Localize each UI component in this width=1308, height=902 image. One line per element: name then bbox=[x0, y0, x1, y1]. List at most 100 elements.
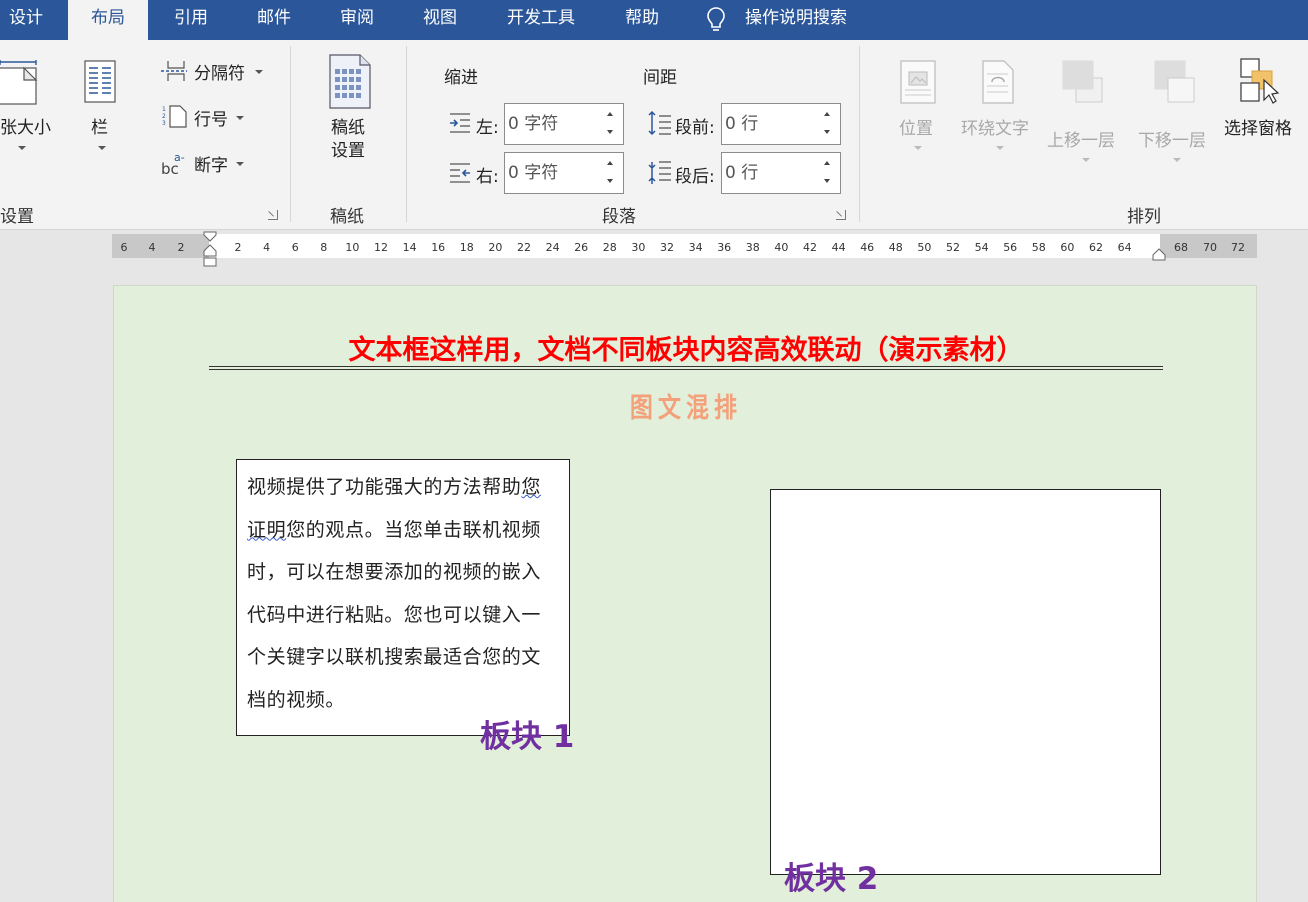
tab-help[interactable]: 帮助 bbox=[611, 0, 673, 40]
bring-forward-label: 上移一层 bbox=[1047, 131, 1115, 151]
indent-left-up-arrow[interactable] bbox=[599, 104, 623, 124]
svg-text:1: 1 bbox=[162, 106, 166, 113]
tab-references[interactable]: 引用 bbox=[160, 0, 222, 40]
spacing-before-down-arrow[interactable] bbox=[816, 124, 840, 144]
hyphenation-label[interactable]: 断字 bbox=[194, 151, 228, 176]
tab-view[interactable]: 视图 bbox=[409, 0, 471, 40]
indent-right-down-arrow[interactable] bbox=[599, 173, 623, 193]
ruler-number: 20 bbox=[488, 241, 503, 254]
paragraph-launcher-icon[interactable] bbox=[836, 210, 846, 220]
ruler-number: 6 bbox=[120, 241, 128, 254]
breaks-label[interactable]: 分隔符 bbox=[194, 59, 245, 84]
columns-dropdown[interactable] bbox=[98, 146, 106, 150]
text-line: 时，可以在想要添加的视频的嵌入 bbox=[247, 561, 542, 584]
lightbulb-icon[interactable] bbox=[706, 6, 726, 34]
ruler-number: 18 bbox=[459, 241, 474, 254]
send-backward-dropdown bbox=[1173, 158, 1181, 162]
line-numbers-label[interactable]: 行号 bbox=[194, 105, 228, 130]
ruler-number: 42 bbox=[803, 241, 817, 254]
text-box-1-content[interactable]: 视频提供了功能强大的方法帮助您 证明您的观点。当您单击联机视频 时，可以在想要添… bbox=[247, 466, 567, 722]
spacing-after-down-arrow[interactable] bbox=[816, 173, 840, 193]
wrap-text-icon bbox=[982, 60, 1014, 104]
spacing-after-input[interactable] bbox=[724, 153, 816, 193]
group-separator bbox=[290, 46, 291, 222]
tell-me-search[interactable]: 操作说明搜索 bbox=[745, 0, 847, 36]
spacing-before-spinner[interactable] bbox=[721, 103, 841, 145]
spacing-after-spinner[interactable] bbox=[721, 152, 841, 194]
indent-right-label: 右: bbox=[476, 167, 499, 187]
document-subtitle[interactable]: 图文混排 bbox=[281, 386, 1092, 425]
line-numbers-dropdown[interactable] bbox=[236, 116, 244, 120]
ruler-number: 28 bbox=[602, 241, 617, 254]
page-size-label[interactable]: 张大小 bbox=[0, 113, 51, 138]
selection-pane-icon[interactable] bbox=[1240, 58, 1284, 106]
ruler-number: 50 bbox=[917, 241, 932, 254]
svg-text:3: 3 bbox=[162, 120, 166, 127]
manuscript-setup-label-line1[interactable]: 稿纸 bbox=[331, 113, 365, 138]
ruler-number: 10 bbox=[345, 241, 360, 254]
breaks-icon[interactable] bbox=[160, 60, 188, 82]
indent-right-input[interactable] bbox=[507, 153, 599, 193]
ruler-number: 54 bbox=[974, 241, 989, 254]
page-size-dropdown[interactable] bbox=[18, 146, 26, 150]
ruler-number: 12 bbox=[374, 241, 388, 254]
manuscript-group-label: 稿纸 bbox=[330, 207, 364, 227]
indent-left-down-arrow[interactable] bbox=[599, 124, 623, 144]
text-box-block-2[interactable] bbox=[770, 489, 1161, 875]
position-label: 位置 bbox=[899, 119, 933, 139]
ruler-number: 72 bbox=[1231, 241, 1245, 254]
ruler-number: 44 bbox=[831, 241, 846, 254]
spacing-before-icon bbox=[648, 110, 671, 136]
spacing-after-icon bbox=[648, 161, 671, 184]
indent-left-spinner[interactable] bbox=[504, 103, 624, 145]
wrap-text-dropdown bbox=[996, 146, 1004, 150]
ruler-number: 4 bbox=[148, 241, 156, 254]
document-title[interactable]: 文本框这样用，文档不同板块内容高效联动（演示素材） bbox=[209, 328, 1163, 367]
paragraph-group-label: 段落 bbox=[602, 207, 636, 227]
breaks-dropdown[interactable] bbox=[255, 70, 263, 74]
block-2-label[interactable]: 板块 2 bbox=[784, 853, 878, 898]
tab-mailings[interactable]: 邮件 bbox=[243, 0, 305, 40]
indent-left-label: 左: bbox=[476, 118, 499, 138]
position-dropdown bbox=[914, 146, 922, 150]
indent-right-icon bbox=[450, 163, 470, 183]
ruler-number: 38 bbox=[745, 241, 760, 254]
spacing-before-input[interactable] bbox=[724, 104, 816, 144]
ruler-number: 2 bbox=[177, 241, 185, 254]
group-separator bbox=[859, 46, 860, 222]
indent-marker-icon[interactable] bbox=[201, 230, 219, 268]
tab-developer[interactable]: 开发工具 bbox=[494, 0, 588, 40]
spacing-before-label: 段前: bbox=[675, 118, 715, 138]
indent-right-up-arrow[interactable] bbox=[599, 153, 623, 173]
manuscript-setup-label-line2[interactable]: 设置 bbox=[331, 136, 365, 161]
ruler-number: 6 bbox=[291, 241, 299, 254]
columns-label[interactable]: 栏 bbox=[91, 113, 108, 138]
tab-layout[interactable]: 布局 bbox=[68, 0, 148, 40]
hyphenation-icon[interactable]: bc a- bbox=[160, 150, 188, 176]
spacing-before-up-arrow[interactable] bbox=[816, 104, 840, 124]
tab-review[interactable]: 审阅 bbox=[326, 0, 388, 40]
block-1-label[interactable]: 板块 1 bbox=[480, 711, 574, 756]
spacing-after-up-arrow[interactable] bbox=[816, 153, 840, 173]
tab-design[interactable]: 设计 bbox=[0, 0, 52, 40]
page-setup-launcher-icon[interactable] bbox=[268, 210, 278, 220]
ruler-number: 48 bbox=[888, 241, 903, 254]
right-indent-marker-icon[interactable] bbox=[1151, 248, 1167, 262]
text-line: 证明您的观点。当您单击联机视频 bbox=[247, 518, 542, 541]
ruler-number: 62 bbox=[1089, 241, 1103, 254]
selection-pane-label[interactable]: 选择窗格 bbox=[1224, 114, 1292, 139]
columns-icon[interactable] bbox=[84, 60, 116, 104]
manuscript-paper-icon[interactable] bbox=[327, 52, 373, 110]
hyphenation-dropdown[interactable] bbox=[236, 162, 244, 166]
line-numbers-icon[interactable]: 1 2 3 bbox=[160, 104, 188, 128]
indent-left-input[interactable] bbox=[507, 104, 599, 144]
ruler-number: 46 bbox=[860, 241, 875, 254]
send-backward-label: 下移一层 bbox=[1138, 131, 1206, 151]
indent-left-icon bbox=[450, 113, 470, 133]
ruler-number: 58 bbox=[1031, 241, 1046, 254]
page-size-icon[interactable] bbox=[0, 60, 40, 106]
ruler-number: 60 bbox=[1060, 241, 1075, 254]
indent-right-spinner[interactable] bbox=[504, 152, 624, 194]
text-line: 个关键字以联机搜索最适合您的文 bbox=[247, 646, 542, 669]
bring-forward-icon bbox=[1062, 60, 1103, 103]
